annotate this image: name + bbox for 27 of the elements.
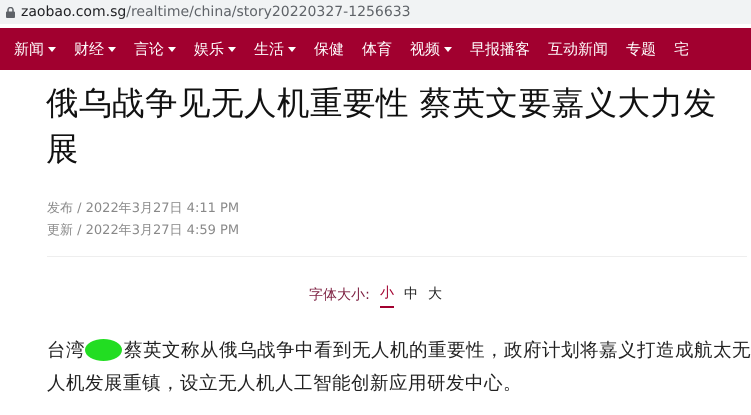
article-paragraph: 台湾 蔡英文称从俄乌战争中看到无人机的重要性，政府计划将嘉义打造成航太无人机发展重镇，设立无人机人工智能创新应用研发中心。 xyxy=(47,339,751,396)
nav-dropdown[interactable]: 生活 xyxy=(254,38,306,60)
caret-icon xyxy=(108,46,116,52)
nav-dropdown[interactable]: 新闻 xyxy=(14,38,66,60)
update-date: 更新 / 2022年3月27日 4:59 PM xyxy=(47,222,240,240)
caret-icon xyxy=(48,46,56,52)
caret-icon xyxy=(168,46,176,52)
nav-link[interactable]: 体育 xyxy=(362,38,402,60)
nav-dropdown[interactable]: 言论 xyxy=(134,38,186,60)
font-size-option[interactable]: 大 xyxy=(428,284,442,307)
nav-dropdown[interactable]: 财经 xyxy=(74,38,126,60)
nav-link[interactable]: 互动新闻 xyxy=(548,38,618,60)
nav-link[interactable]: 专题 xyxy=(626,38,666,60)
caret-icon xyxy=(228,46,236,52)
article-headline: 俄乌战争见无人机重要性 蔡英文要嘉义大力发展 xyxy=(46,83,718,170)
caret-icon xyxy=(444,46,452,52)
nav-link[interactable]: 宅 xyxy=(674,38,699,60)
caret-icon xyxy=(288,46,296,52)
nav-link[interactable]: 早报播客 xyxy=(470,38,540,60)
nav-dropdown[interactable]: 视频 xyxy=(410,38,462,60)
font-size-option[interactable]: 中 xyxy=(404,284,418,307)
lock-icon xyxy=(6,6,15,18)
publish-date: 发布 / 2022年3月27日 4:11 PM xyxy=(47,200,240,218)
font-size-option[interactable]: 小 xyxy=(380,283,394,308)
font-size-label: 字体大小: xyxy=(309,286,370,305)
nav-dropdown[interactable]: 娱乐 xyxy=(194,38,246,60)
nav-link[interactable]: 保健 xyxy=(314,38,354,60)
